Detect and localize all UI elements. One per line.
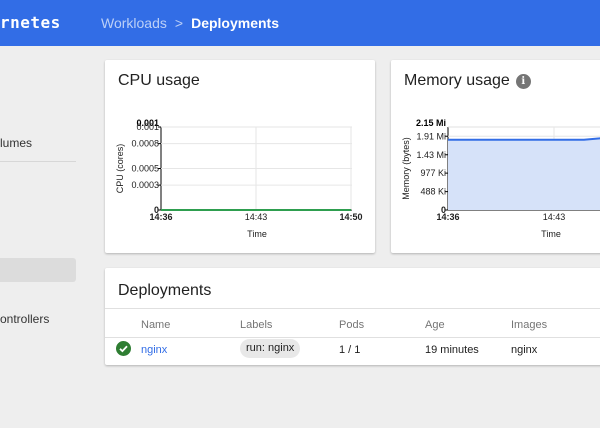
column-images: Images <box>511 319 548 331</box>
deployments-card-title: Deployments <box>118 282 212 299</box>
sidebar-item-controllers[interactable]: ontrollers <box>0 312 49 326</box>
sidebar-item-volumes[interactable]: lumes <box>0 136 32 150</box>
deployment-image: nginx <box>511 344 538 356</box>
cpu-y-tick-label: 0.0003 <box>131 180 159 190</box>
breadcrumb-workloads[interactable]: Workloads <box>101 15 167 31</box>
memory-usage-chart: 14:36 14:43 2.15 Mi 0 488 Ki 977 Ki 1.43 Mi 1.9… <box>401 118 600 239</box>
memory-y-tick-label: 977 Ki <box>420 168 446 178</box>
memory-x-tick-label: 14:43 <box>543 212 566 222</box>
column-labels: Labels <box>240 319 273 331</box>
cpu-usage-chart: 14:36 14:43 14:500.00100.00030.00050.00080… <box>115 118 363 239</box>
cpu-y-tick-label: 0.001 <box>136 122 159 132</box>
sidebar: lumes ontrollers <box>0 46 92 428</box>
memory-series-area <box>448 138 600 210</box>
deployment-name-link[interactable]: nginx <box>141 344 167 356</box>
label-chip: run: nginx <box>240 339 301 358</box>
cpu-usage-card: CPU usage 14:36 14:43 14:50 0.001 0 0.0003 0.0… <box>105 60 375 253</box>
memory-usage-card: Memory usage i 14:36 14:43 2.15 Mi 0 488 Ki 97… <box>391 60 600 253</box>
memory-y-tick-label: 1.91 Mi <box>416 131 446 141</box>
sidebar-item-selected[interactable] <box>0 258 76 282</box>
breadcrumb: Workloads > Deployments <box>101 15 279 31</box>
memory-y-tick-label: 1.43 Mi <box>416 150 446 160</box>
cpu-y-tick-label: 0.0008 <box>131 139 159 149</box>
memory-x-axis-label: Time <box>541 229 561 239</box>
app-brand[interactable]: rnetes <box>0 13 61 32</box>
header-divider <box>105 308 600 309</box>
deployments-card: Deployments Name Labels Pods Age Images … <box>105 268 600 365</box>
cpu-x-tick-label: 14:36 <box>149 212 172 222</box>
memory-y-axis-label: Memory (bytes) <box>401 137 411 200</box>
cpu-x-tick-label: 14:50 <box>339 212 362 222</box>
memory-x-tick-label: 14:36 <box>436 212 459 222</box>
memory-y-tick-label: 0 <box>441 205 446 215</box>
breadcrumb-deployments: Deployments <box>191 15 279 31</box>
deployment-age: 19 minutes <box>425 344 479 356</box>
column-name[interactable]: Name <box>141 319 170 331</box>
breadcrumb-separator: > <box>174 15 184 31</box>
memory-series-line <box>448 137 600 141</box>
cpu-y-tick-label: 0 <box>154 205 159 215</box>
check-circle-icon <box>116 341 131 356</box>
column-age[interactable]: Age <box>425 319 445 331</box>
pods-count: 1 / 1 <box>339 344 361 356</box>
top-bar: rnetes Workloads > Deployments <box>0 0 600 46</box>
memory-y-max-label: 2.15 Mi <box>416 118 446 128</box>
cpu-x-tick-label: 14:43 <box>245 212 268 222</box>
table-divider <box>105 337 600 338</box>
memory-y-tick-label: 488 Ki <box>420 187 446 197</box>
cpu-x-axis-label: Time <box>247 229 267 239</box>
sidebar-divider <box>0 161 76 162</box>
column-pods: Pods <box>339 319 365 331</box>
cpu-y-tick-label: 0.0005 <box>131 164 159 174</box>
cpu-y-axis-label: CPU (cores) <box>115 144 125 194</box>
